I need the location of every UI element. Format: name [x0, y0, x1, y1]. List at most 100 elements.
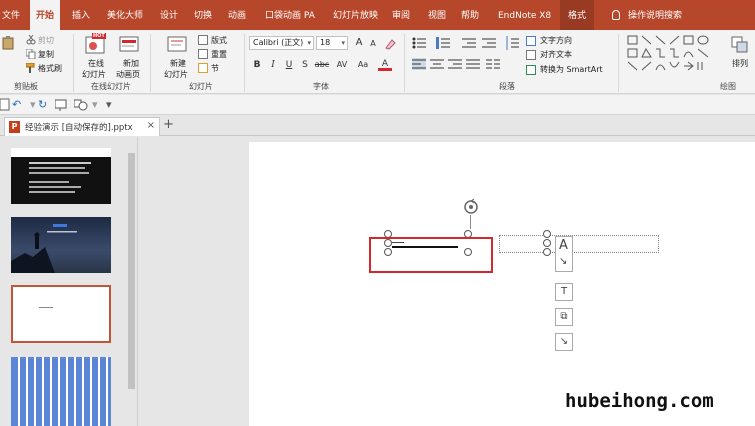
powerpoint-window: 文件 开始 插入 美化大师 设计 切换 动画 口袋动画 PA 幻灯片放映 审阅 … — [0, 0, 755, 426]
text-options-icon[interactable]: A — [559, 238, 568, 253]
shapes-gallery[interactable] — [626, 34, 716, 74]
undo-icon[interactable]: ↶ — [12, 98, 21, 112]
italic-button[interactable]: I — [266, 58, 280, 72]
slide-thumbnail-2[interactable]: 2 — [11, 217, 111, 273]
bold-button[interactable]: B — [250, 58, 264, 72]
new-slide-icon[interactable] — [166, 34, 188, 54]
shape-copy-button[interactable]: ⧉ — [555, 308, 573, 326]
tab-home[interactable]: 开始 — [30, 0, 61, 30]
tab-insert[interactable]: 插入 — [72, 0, 90, 30]
customize-qat-icon[interactable]: ▾ — [106, 98, 112, 112]
align-right-icon[interactable] — [448, 58, 462, 70]
redo-icon[interactable]: ↻ — [38, 98, 47, 112]
new-animation-page-icon[interactable] — [118, 34, 140, 54]
convert-smartart-button[interactable]: 转换为 SmartArt — [540, 64, 603, 75]
tab-file[interactable]: 文件 — [2, 0, 20, 30]
decrease-indent-icon[interactable] — [462, 37, 476, 49]
scrollbar-thumb[interactable] — [128, 153, 135, 389]
underline-button[interactable]: U — [282, 58, 296, 72]
font-size-select[interactable]: 18 ▾ — [316, 36, 348, 50]
chevron-down-icon: ▾ — [341, 39, 345, 47]
tab-design[interactable]: 设计 — [160, 0, 178, 30]
tab-help[interactable]: 帮助 — [461, 0, 479, 30]
resize-options-icon[interactable]: ↘ — [559, 256, 567, 267]
align-text-button[interactable]: 对齐文本 — [540, 49, 572, 60]
layout-button[interactable]: 版式 — [211, 35, 227, 46]
line-spacing-icon[interactable] — [505, 36, 519, 50]
shapes-qat-icon[interactable] — [74, 99, 88, 111]
section-button[interactable]: 节 — [211, 63, 219, 74]
dropdown-arrow-icon[interactable]: ▾ — [92, 98, 98, 112]
smartart-icon — [526, 65, 536, 75]
slide-thumbnail-3-selected[interactable]: 3 — [11, 285, 111, 343]
resize-handle-middle-right[interactable] — [543, 239, 551, 247]
format-painter-button[interactable]: 格式刷 — [38, 63, 62, 74]
tab-beautify-master[interactable]: 美化大师 — [107, 0, 143, 30]
font-name-value: Calibri (正文) — [253, 38, 304, 47]
text-direction-icon — [526, 36, 536, 46]
rotate-handle-icon[interactable] — [461, 198, 481, 218]
resize-handle-bottom-right[interactable] — [543, 248, 551, 256]
current-slide[interactable]: A ↘ T ⧉ ↘ — [249, 142, 755, 426]
tab-review[interactable]: 审阅 — [392, 0, 410, 30]
close-icon[interactable]: × — [147, 120, 155, 131]
ribbon-divider — [404, 34, 405, 92]
numbering-icon[interactable] — [436, 37, 452, 49]
text-box-button[interactable]: T — [555, 283, 573, 301]
thumbnails-scrollbar[interactable] — [127, 139, 136, 425]
online-slides-button[interactable]: HOT — [83, 33, 107, 55]
section-icon — [198, 63, 208, 73]
shadow-button[interactable]: S — [298, 58, 312, 72]
tab-endnote[interactable]: EndNote X8 — [498, 0, 551, 30]
new-slide-label-1: 新建 — [170, 59, 186, 68]
arrange-button[interactable]: 排列 — [732, 58, 748, 69]
presentation-icon[interactable] — [55, 99, 67, 111]
resize-handle-top-right[interactable] — [543, 230, 551, 238]
align-left-icon[interactable] — [412, 58, 426, 70]
align-center-icon[interactable] — [430, 58, 444, 70]
powerpoint-file-icon: P — [9, 121, 20, 133]
selected-line-bounding-box[interactable] — [499, 235, 659, 253]
strikethrough-button[interactable]: abc — [313, 58, 331, 72]
copy-button[interactable]: 复制 — [38, 49, 54, 60]
thumbnail-text-line — [29, 172, 89, 174]
clear-format-icon[interactable] — [384, 38, 396, 50]
clipboard-group-label: 剪贴板 — [14, 82, 38, 91]
bullets-icon[interactable] — [412, 37, 428, 49]
arrange-icon[interactable] — [730, 35, 750, 55]
tell-me-search[interactable]: 操作说明搜索 — [628, 0, 682, 30]
font-name-select[interactable]: Calibri (正文) ▾ — [249, 36, 314, 50]
thumbnail-mountain-image — [11, 224, 77, 273]
scissors-icon — [26, 35, 36, 45]
cut-button[interactable]: 剪切 — [38, 35, 54, 46]
dropdown-arrow-icon[interactable]: ▾ — [30, 98, 36, 112]
document-tab[interactable]: P 经验演示 [自动保存的].pptx × — [4, 117, 160, 136]
font-color-button[interactable]: A — [378, 57, 392, 71]
size-position-button[interactable]: ↘ — [555, 333, 573, 351]
slide-number: 3 — [4, 287, 9, 296]
text-direction-button[interactable]: 文字方向 — [540, 35, 572, 46]
save-icon[interactable] — [0, 98, 10, 112]
thumbnail-header-band — [11, 148, 111, 157]
justify-icon[interactable] — [466, 58, 480, 70]
tab-view[interactable]: 视图 — [428, 0, 446, 30]
slides-group-label: 幻灯片 — [189, 82, 213, 91]
reset-button[interactable]: 重置 — [211, 49, 227, 60]
change-case-button[interactable]: Aa — [354, 58, 372, 72]
tab-transitions[interactable]: 切换 — [194, 0, 212, 30]
tab-pocket-animation[interactable]: 口袋动画 PA — [265, 0, 315, 30]
quick-access-toolbar: ↶ ▾ ↻ ▾ ▾ — [0, 95, 755, 115]
add-tab-button[interactable]: + — [163, 117, 174, 132]
grow-font-button[interactable]: A — [352, 36, 366, 50]
watermark-text: hubeihong.com — [565, 390, 714, 412]
slide-thumbnail-1[interactable]: 1 — [11, 148, 111, 204]
tab-slideshow[interactable]: 幻灯片放映 — [333, 0, 378, 30]
paste-icon[interactable] — [2, 36, 16, 50]
char-spacing-button[interactable]: AV — [333, 58, 351, 72]
tab-animations[interactable]: 动画 — [228, 0, 246, 30]
increase-indent-icon[interactable] — [482, 37, 496, 49]
columns-icon[interactable] — [486, 58, 500, 70]
shrink-font-button[interactable]: A — [366, 37, 380, 51]
slide-thumbnail-4[interactable]: 4 — [11, 357, 111, 426]
tab-format[interactable]: 格式 — [560, 0, 595, 30]
